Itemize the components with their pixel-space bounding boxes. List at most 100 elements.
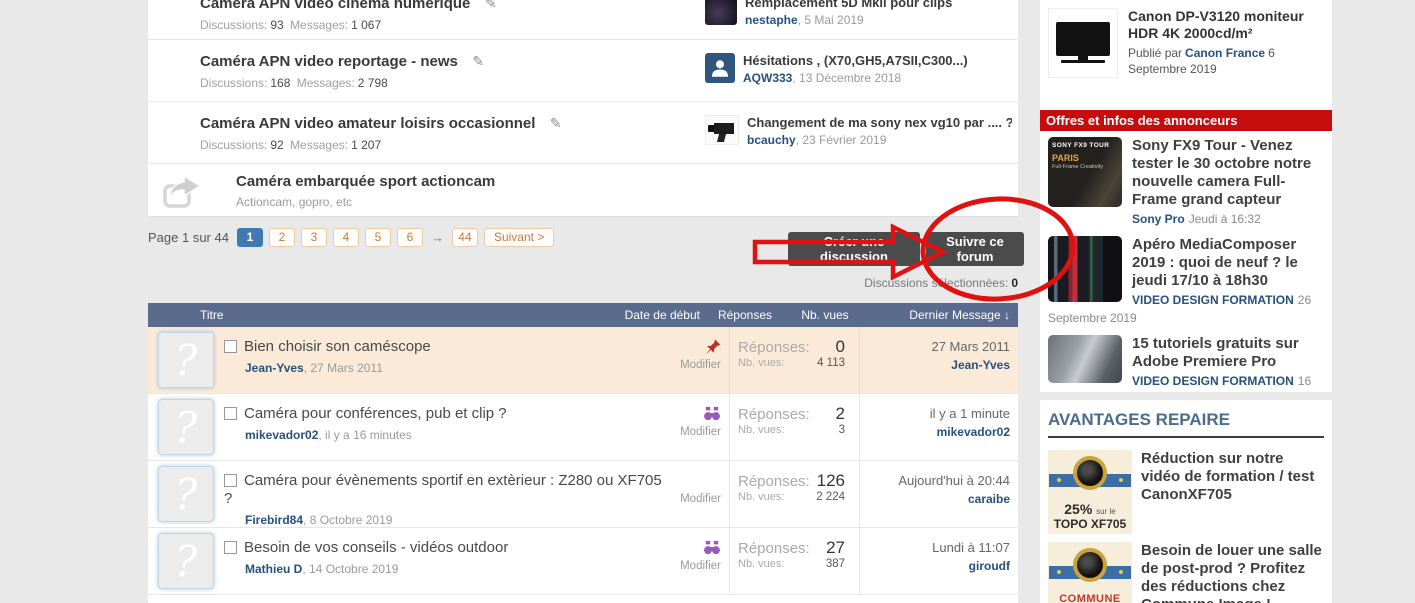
premiere-tutorial-thumbnail[interactable]	[1048, 335, 1122, 383]
modifier-link[interactable]: Modifier	[666, 493, 721, 505]
thread-title-link[interactable]: Besoin de vos conseils - vidéos outdoor	[244, 539, 508, 556]
last-post: Changement de ma sony nex vg10 par .... …	[705, 115, 1018, 163]
avantage-title-link[interactable]: Besoin de louer une salle de post-prod ?…	[1141, 542, 1322, 603]
forum-node-stats: Discussions: 92 Messages: 1 207	[200, 138, 382, 152]
thread-stats: Réponses: 126 Nb. vues: 2 224	[730, 461, 860, 527]
modifier-link[interactable]: Modifier	[666, 426, 721, 438]
page-button-last[interactable]: 44	[451, 228, 478, 247]
thread-author[interactable]: Firebird84	[245, 513, 303, 527]
last-post-title[interactable]: Changement de ma sony nex vg10 par .... …	[747, 115, 1012, 130]
camera-lens-icon	[1073, 548, 1107, 582]
last-post: Remplacement 5D Mkii pour clips nestaphe…	[705, 0, 1018, 39]
last-post-thumbnail[interactable]	[705, 0, 737, 25]
selected-discussions-info: Discussions sélectionnées: 0	[864, 276, 1018, 290]
last-post-date: , 5 Mai 2019	[797, 13, 864, 27]
thread-date: , il y a 16 minutes	[318, 428, 412, 442]
last-message-user[interactable]: giroudf	[860, 559, 1010, 573]
modifier-link[interactable]: Modifier	[666, 359, 721, 371]
thread-author[interactable]: mikevador02	[245, 428, 318, 442]
last-post-author[interactable]: AQW333	[743, 71, 792, 85]
topo-xf705-badge[interactable]: 25% sur le TOPO XF705	[1048, 450, 1132, 534]
ad-author-link[interactable]: VIDEO DESIGN FORMATION	[1132, 374, 1294, 388]
column-replies[interactable]: Réponses	[700, 308, 790, 322]
thread-row: ? Bien choisir son caméscope Jean-Yves, …	[148, 327, 1018, 394]
thread-row: ? Besoin de vos conseils - vidéos outdoo…	[148, 528, 1018, 595]
page-button-6[interactable]: 6	[396, 228, 423, 247]
person-icon	[711, 60, 729, 77]
ad-title-link[interactable]: 15 tutoriels gratuits sur Adobe Premiere…	[1132, 335, 1299, 370]
commune-image-badge[interactable]: COMMUNE IMAGE	[1048, 542, 1132, 603]
last-post-title[interactable]: Hésitations , (X70,GH5,A7SII,C300...)	[743, 53, 968, 68]
column-title[interactable]: Titre	[148, 308, 595, 322]
thread-avatar[interactable]: ?	[158, 399, 214, 455]
thread-checkbox[interactable]	[224, 474, 237, 487]
thread-author[interactable]: Mathieu D	[245, 562, 302, 576]
last-message-user[interactable]: mikevador02	[860, 425, 1010, 439]
ad-title-link[interactable]: Apéro MediaComposer 2019 : quoi de neuf …	[1132, 236, 1298, 289]
next-page-button[interactable]: Suivant >	[483, 228, 555, 247]
thread-title-link[interactable]: Caméra pour évènements sportif en extèri…	[224, 472, 662, 507]
thread-stats: Réponses: 0 Nb. vues: 4 113	[730, 327, 860, 393]
last-message-user[interactable]: caraibe	[860, 492, 1010, 506]
modifier-link[interactable]: Modifier	[666, 560, 721, 572]
thread-stats: Réponses: 2 Nb. vues: 3	[730, 394, 860, 460]
last-post-author[interactable]: nestaphe	[745, 13, 798, 27]
column-views[interactable]: Nb. vues	[790, 308, 860, 322]
column-last-message[interactable]: Dernier Message ↓	[860, 308, 1018, 322]
create-discussion-button[interactable]: Créer une discussion	[788, 232, 920, 266]
thread-stats: Réponses: 27 Nb. vues: 387	[730, 528, 860, 594]
thread-avatar[interactable]: ?	[158, 466, 214, 522]
thread-row: ? Caméra pour évènements sportif en extè…	[148, 461, 1018, 528]
ad-author-link[interactable]: Sony Pro	[1132, 212, 1185, 226]
last-post: Hésitations , (X70,GH5,A7SII,C300...) AQ…	[705, 53, 1018, 101]
last-message-date: 27 Mars 2011	[931, 339, 1010, 354]
edit-icon: ✎	[484, 0, 497, 11]
mediacomposer-thumbnail[interactable]	[1048, 236, 1122, 302]
thread-date: , 8 Octobre 2019	[303, 513, 393, 527]
page-button-4[interactable]: 4	[332, 228, 359, 247]
follow-forum-button[interactable]: Suivre ce forum	[926, 232, 1024, 266]
last-post-thumbnail[interactable]	[705, 115, 739, 145]
edit-icon: ✎	[472, 53, 485, 69]
last-message-date: Lundi à 11:07	[932, 540, 1010, 555]
featured-news-item: Canon DP-V3120 moniteur HDR 4K 2000cd/m²…	[1040, 0, 1332, 110]
column-start-date[interactable]: Date de début	[595, 308, 700, 322]
last-post-date: , 13 Décembre 2018	[792, 71, 902, 85]
thread-row: ? Caméra pour conférences, pub et clip ?…	[148, 394, 1018, 461]
page-button-3[interactable]: 3	[300, 228, 327, 247]
thread-checkbox[interactable]	[224, 407, 237, 420]
page-button-5[interactable]: 5	[364, 228, 391, 247]
publisher-link[interactable]: Canon France	[1185, 46, 1265, 60]
forum-node-link[interactable]: Caméra APN video cinéma numérique	[200, 0, 470, 12]
thread-title-link[interactable]: Caméra pour conférences, pub et clip ?	[244, 405, 507, 422]
thread-avatar[interactable]: ?	[158, 533, 214, 589]
avantage-title-link[interactable]: Réduction sur notre vidéo de formation /…	[1141, 450, 1314, 503]
last-post-title[interactable]: Remplacement 5D Mkii pour clips	[745, 0, 952, 10]
page-button-1[interactable]: 1	[236, 228, 263, 247]
last-post-author[interactable]: bcauchy	[747, 133, 796, 147]
share-arrow-icon	[162, 174, 202, 210]
thread-avatar[interactable]: ?	[158, 332, 214, 388]
forum-node-link[interactable]: Caméra APN video amateur loisirs occasio…	[200, 115, 535, 132]
page-button-2[interactable]: 2	[268, 228, 295, 247]
forum-node-link[interactable]: Caméra APN video reportage - news	[200, 53, 458, 70]
ad-title-link[interactable]: Sony FX9 Tour - Venez tester le 30 octob…	[1132, 137, 1311, 208]
advertisers-banner: Offres et infos des annonceurs	[1040, 110, 1332, 131]
thread-title-link[interactable]: Bien choisir son caméscope	[244, 338, 431, 355]
ad-author-link[interactable]: VIDEO DESIGN FORMATION	[1132, 293, 1294, 307]
thread-date: , 14 Octobre 2019	[302, 562, 399, 576]
avantages-header: AVANTAGES REPAIRE	[1048, 410, 1324, 438]
avantage-item: COMMUNE IMAGE Besoin de louer une salle …	[1040, 536, 1332, 603]
monitor-thumbnail[interactable]	[1048, 8, 1118, 78]
sidebar-news: Canon DP-V3120 moniteur HDR 4K 2000cd/m²…	[1040, 0, 1332, 392]
forum-node: Caméra APN video cinéma numérique ✎ Disc…	[148, 0, 1018, 40]
last-message-user[interactable]: Jean-Yves	[860, 358, 1010, 372]
forum-node-link[interactable]: Caméra embarquée sport actioncam	[236, 173, 495, 190]
thread-checkbox[interactable]	[224, 340, 237, 353]
sony-fx9-thumbnail[interactable]: SONY FX9 TOUR PARIS Full-Frame Creativit…	[1048, 137, 1122, 207]
thread-checkbox[interactable]	[224, 541, 237, 554]
member-avatar[interactable]	[705, 53, 735, 83]
thread-author[interactable]: Jean-Yves	[245, 361, 304, 375]
last-post-date: , 23 Février 2019	[795, 133, 887, 147]
thread-list-header: Titre Date de début Réponses Nb. vues De…	[148, 303, 1018, 327]
